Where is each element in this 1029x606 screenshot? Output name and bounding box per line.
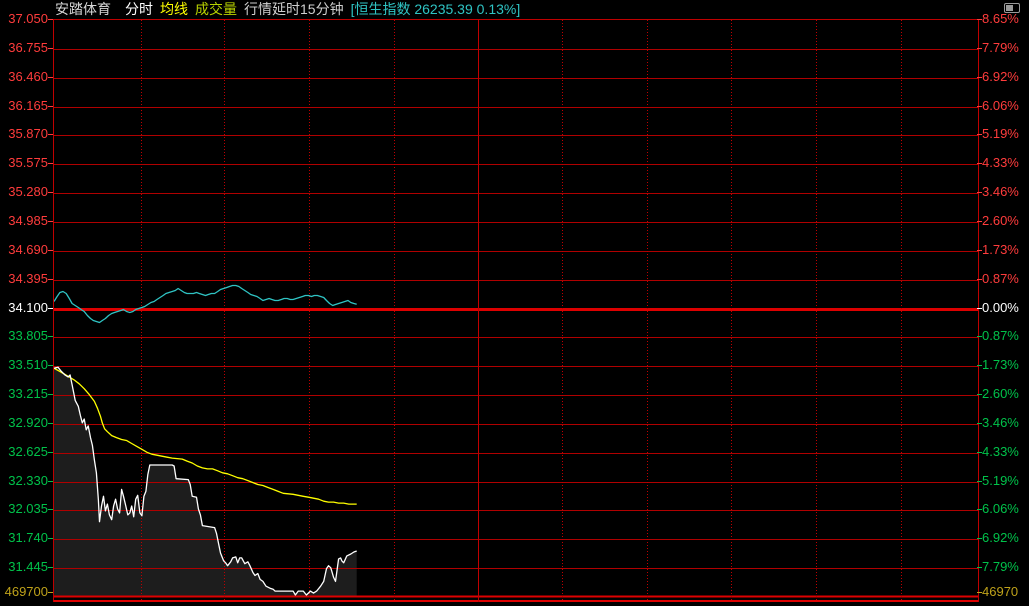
left-price-label: 35.280 xyxy=(0,184,48,200)
average-price-line xyxy=(54,368,357,504)
hang-seng-index-quote[interactable]: [恒生指数 26235.39 0.13%] xyxy=(351,0,521,19)
right-volume-scale-label: 46970 xyxy=(982,584,1029,600)
right-axis-tick xyxy=(977,481,982,482)
left-axis-tick xyxy=(48,19,53,20)
right-axis-tick xyxy=(977,567,982,568)
left-axis-tick xyxy=(48,48,53,49)
left-price-label: 33.510 xyxy=(0,357,48,373)
right-axis-tick xyxy=(977,106,982,107)
left-axis-tick xyxy=(48,567,53,568)
right-percent-label: 2.60% xyxy=(982,386,1029,402)
right-axis-tick xyxy=(977,509,982,510)
hang-seng-index-line xyxy=(54,286,357,323)
left-axis-tick xyxy=(48,77,53,78)
right-percent-label: 6.06% xyxy=(982,98,1029,114)
left-axis-tick xyxy=(48,509,53,510)
left-volume-scale-label: 469700 xyxy=(0,584,48,600)
right-percent-label: 2.60% xyxy=(982,213,1029,229)
left-axis-tick xyxy=(48,163,53,164)
right-percent-label: 0.87% xyxy=(982,328,1029,344)
left-price-label: 34.985 xyxy=(0,213,48,229)
left-axis-tick xyxy=(48,336,53,337)
right-percent-label: 6.92% xyxy=(982,530,1029,546)
left-axis-tick xyxy=(48,279,53,280)
left-axis-tick xyxy=(48,221,53,222)
stock-name-label: 安踏体育 xyxy=(55,0,111,19)
left-axis-tick xyxy=(48,481,53,482)
chart-canvas xyxy=(54,20,978,602)
left-price-label: 32.625 xyxy=(0,444,48,460)
quote-delay-note: 行情延时15分钟 xyxy=(244,0,344,19)
left-axis-tick xyxy=(48,308,53,309)
right-axis-tick xyxy=(977,279,982,280)
left-price-label: 34.395 xyxy=(0,271,48,287)
right-percent-label: 3.46% xyxy=(982,415,1029,431)
left-price-label: 35.870 xyxy=(0,126,48,142)
left-price-label: 34.100 xyxy=(0,300,48,316)
chart-plot-area[interactable] xyxy=(53,19,979,602)
right-axis-tick xyxy=(977,192,982,193)
right-axis-tick xyxy=(977,48,982,49)
left-price-label: 31.740 xyxy=(0,530,48,546)
intraday-chart-window: 安踏体育 分时 均线 成交量 行情延时15分钟 [恒生指数 26235.39 0… xyxy=(0,0,1029,606)
left-price-label: 33.805 xyxy=(0,328,48,344)
left-axis-tick xyxy=(48,538,53,539)
right-axis-tick xyxy=(977,308,982,309)
left-price-label: 34.690 xyxy=(0,242,48,258)
left-axis-tick xyxy=(48,106,53,107)
right-axis-tick xyxy=(977,19,982,20)
right-percent-label: 4.33% xyxy=(982,155,1029,171)
tab-moving-average[interactable]: 均线 xyxy=(160,0,188,19)
right-percent-label: 5.19% xyxy=(982,126,1029,142)
right-percent-label: 7.79% xyxy=(982,40,1029,56)
left-axis-tick xyxy=(48,192,53,193)
right-axis-tick xyxy=(977,134,982,135)
right-axis-tick xyxy=(977,452,982,453)
right-percent-label: 1.73% xyxy=(982,242,1029,258)
right-percent-label: 0.00% xyxy=(982,300,1029,316)
right-axis-tick xyxy=(977,592,982,593)
right-axis-tick xyxy=(977,365,982,366)
left-price-label: 36.755 xyxy=(0,40,48,56)
right-percent-label: 1.73% xyxy=(982,357,1029,373)
right-axis-tick xyxy=(977,423,982,424)
right-axis-tick xyxy=(977,221,982,222)
left-price-label: 32.330 xyxy=(0,473,48,489)
left-axis-tick xyxy=(48,365,53,366)
left-axis-tick xyxy=(48,250,53,251)
right-percent-label: 7.79% xyxy=(982,559,1029,575)
chart-title-bar: 安踏体育 分时 均线 成交量 行情延时15分钟 [恒生指数 26235.39 0… xyxy=(55,0,520,18)
left-axis-tick xyxy=(48,134,53,135)
right-percent-label: 3.46% xyxy=(982,184,1029,200)
left-price-label: 36.460 xyxy=(0,69,48,85)
left-axis-tick xyxy=(48,423,53,424)
left-axis-tick xyxy=(48,394,53,395)
right-percent-label: 0.87% xyxy=(982,271,1029,287)
right-axis-tick xyxy=(977,336,982,337)
right-percent-label: 4.33% xyxy=(982,444,1029,460)
right-axis-tick xyxy=(977,250,982,251)
right-axis-tick xyxy=(977,163,982,164)
right-axis-tick xyxy=(977,538,982,539)
left-price-label: 35.575 xyxy=(0,155,48,171)
left-axis-tick xyxy=(48,592,53,593)
left-price-label: 37.050 xyxy=(0,11,48,27)
right-axis-tick xyxy=(977,77,982,78)
right-percent-label: 5.19% xyxy=(982,473,1029,489)
right-percent-label: 6.92% xyxy=(982,69,1029,85)
right-percent-label: 6.06% xyxy=(982,501,1029,517)
price-area-fill xyxy=(54,367,357,596)
left-price-label: 36.165 xyxy=(0,98,48,114)
left-price-label: 31.445 xyxy=(0,559,48,575)
right-axis-tick xyxy=(977,394,982,395)
tab-volume[interactable]: 成交量 xyxy=(195,0,237,19)
right-percent-label: 8.65% xyxy=(982,11,1029,27)
left-price-label: 32.920 xyxy=(0,415,48,431)
tab-intraday[interactable]: 分时 xyxy=(125,0,153,19)
left-price-label: 33.215 xyxy=(0,386,48,402)
left-axis-tick xyxy=(48,452,53,453)
left-price-label: 32.035 xyxy=(0,501,48,517)
